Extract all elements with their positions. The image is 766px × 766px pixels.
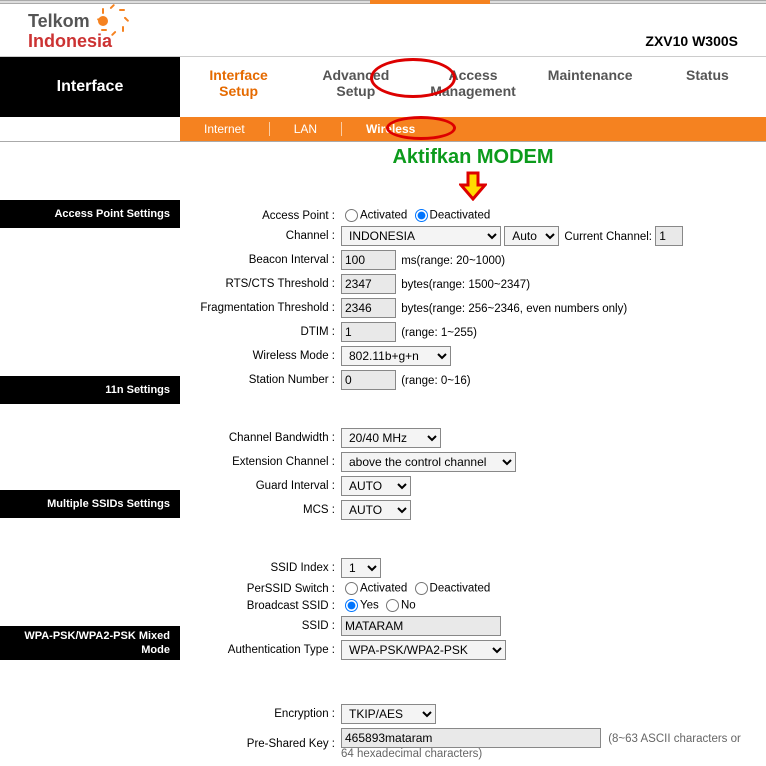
subtab-lan[interactable]: LAN — [269, 122, 341, 136]
input-station[interactable] — [341, 370, 396, 390]
radio-perssid-activated[interactable] — [345, 582, 358, 595]
input-current-channel[interactable] — [655, 226, 683, 246]
select-channel-bandwidth[interactable]: 20/40 MHz — [341, 428, 441, 448]
tab-maintenance[interactable]: Maintenance — [532, 57, 649, 89]
section-wpa-psk: WPA-PSK/WPA2-PSK Mixed Mode — [0, 626, 180, 660]
input-preshared-key[interactable] — [341, 728, 601, 748]
label-perssid-switch: PerSSID Switch : — [188, 580, 338, 597]
radio-ap-activated[interactable] — [345, 209, 358, 222]
select-mcs[interactable]: AUTO — [341, 500, 411, 520]
hint-station: (range: 0~16) — [399, 375, 470, 387]
input-dtim[interactable] — [341, 322, 396, 342]
label-rts: RTS/CTS Threshold : — [188, 272, 338, 296]
select-extension-channel[interactable]: above the control channel — [341, 452, 516, 472]
subtab-internet[interactable]: Internet — [180, 122, 269, 136]
label-frag: Fragmentation Threshold : — [188, 296, 338, 320]
input-frag[interactable] — [341, 298, 396, 318]
select-channel-auto[interactable]: Auto — [504, 226, 559, 246]
label-broadcast-ssid: Broadcast SSID : — [188, 597, 338, 614]
label-beacon: Beacon Interval : — [188, 248, 338, 272]
radio-broadcast-no[interactable] — [386, 599, 399, 612]
radio-label-deactivated: Deactivated — [430, 210, 491, 222]
radio-label-activated: Activated — [360, 210, 407, 222]
brand-top: Telkom — [28, 12, 90, 30]
subtab-wireless[interactable]: Wireless — [341, 122, 439, 136]
arrow-down-icon — [188, 171, 758, 201]
label-access-point: Access Point : — [188, 207, 338, 224]
input-rts[interactable] — [341, 274, 396, 294]
label-wireless-mode: Wireless Mode : — [188, 344, 338, 368]
radio-broadcast-yes[interactable] — [345, 599, 358, 612]
label-mcs: MCS : — [188, 498, 338, 522]
label-extension-channel: Extension Channel : — [188, 450, 338, 474]
section-multiple-ssids: Multiple SSIDs Settings — [0, 490, 180, 518]
input-beacon[interactable] — [341, 250, 396, 270]
annotation-text: Aktifkan MODEM — [188, 146, 758, 169]
select-ssid-index[interactable]: 1 — [341, 558, 381, 578]
page-title: Interface — [0, 57, 180, 117]
label-encryption: Encryption : — [188, 702, 338, 726]
tab-access-management[interactable]: Access Management — [414, 57, 531, 105]
label-current-channel: Current Channel: — [562, 231, 652, 243]
label-channel-bandwidth: Channel Bandwidth : — [188, 426, 338, 450]
sun-icon — [92, 10, 114, 32]
label-ssid-index: SSID Index : — [188, 556, 338, 580]
tab-status[interactable]: Status — [649, 57, 766, 89]
label-station-number: Station Number : — [188, 368, 338, 392]
label-channel: Channel : — [188, 224, 338, 248]
select-channel-country[interactable]: INDONESIA — [341, 226, 501, 246]
hint-beacon: ms(range: 20~1000) — [399, 255, 505, 267]
model-label: ZXV10 W300S — [114, 11, 738, 49]
label-guard-interval: Guard Interval : — [188, 474, 338, 498]
select-wireless-mode[interactable]: 802.11b+g+n — [341, 346, 451, 366]
hint-dtim: (range: 1~255) — [399, 327, 477, 339]
tab-advanced-setup[interactable]: Advanced Setup — [297, 57, 414, 105]
label-auth-type: Authentication Type : — [188, 638, 338, 662]
radio-perssid-deactivated[interactable] — [415, 582, 428, 595]
input-ssid[interactable] — [341, 616, 501, 636]
label-preshared-key: Pre-Shared Key : — [188, 726, 338, 762]
select-guard-interval[interactable]: AUTO — [341, 476, 411, 496]
radio-ap-deactivated[interactable] — [415, 209, 428, 222]
brand-logo: Telkom Indonesia — [28, 10, 114, 50]
hint-rts: bytes(range: 1500~2347) — [399, 279, 530, 291]
section-11n: 11n Settings — [0, 376, 180, 404]
section-access-point: Access Point Settings — [0, 200, 180, 228]
hint-frag: bytes(range: 256~2346, even numbers only… — [399, 303, 627, 315]
tab-interface-setup[interactable]: Interface Setup — [180, 57, 297, 105]
select-auth-type[interactable]: WPA-PSK/WPA2-PSK — [341, 640, 506, 660]
brand-bottom: Indonesia — [28, 32, 114, 50]
label-dtim: DTIM : — [188, 320, 338, 344]
select-encryption[interactable]: TKIP/AES — [341, 704, 436, 724]
label-ssid: SSID : — [188, 614, 338, 638]
